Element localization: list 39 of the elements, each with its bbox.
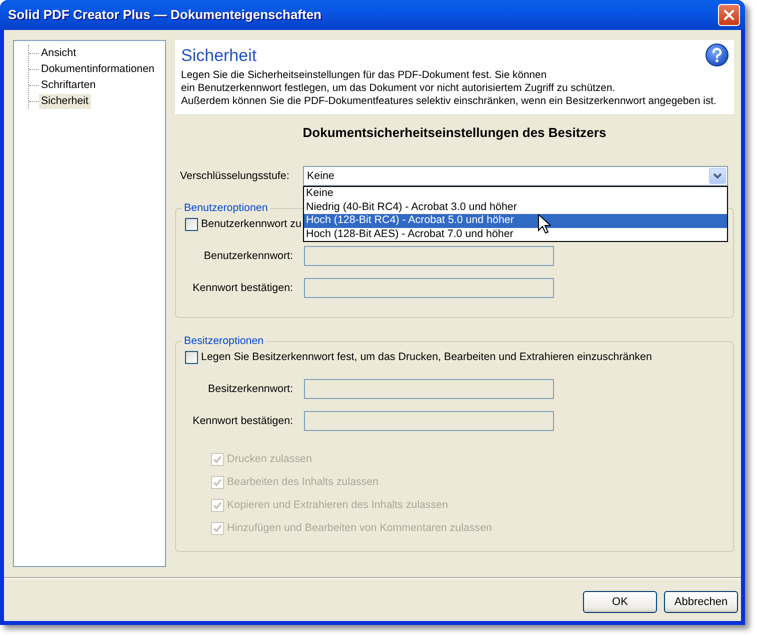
field-label: Benutzerkennwort:: [202, 248, 294, 264]
checkbox-label: Benutzerkennwort zu: [201, 217, 302, 232]
dropdown-button[interactable]: [709, 168, 726, 184]
tree-item[interactable]: Dokumentinformationen: [39, 62, 156, 76]
dropdown-option[interactable]: Keine: [304, 187, 727, 200]
section-title: Dokumentsicherheitseinstellungen des Besitzers: [302, 124, 608, 142]
help-icon[interactable]: [705, 43, 729, 67]
checkbox-label: Legen Sie Besitzerkennwort fest, um das Drucken, Bearbeiten und Extrahieren einzuschränken: [201, 350, 652, 366]
tree-item[interactable]: Schriftarten: [39, 78, 98, 92]
group-title: Benutzeroptionen: [182, 202, 270, 215]
field-label: Besitzerkennwort:: [207, 382, 294, 397]
window-title: Solid PDF Creator Plus — Dokumenteigenschaften: [8, 6, 322, 24]
encryption-dropdown[interactable]: Keine: [303, 166, 728, 186]
dropdown-option[interactable]: Hoch (128-Bit AES) - Acrobat 7.0 und höher: [304, 228, 727, 241]
tree-item[interactable]: Sicherheit: [39, 94, 91, 108]
page-title: Sicherheit: [181, 46, 257, 66]
dropdown-option[interactable]: Niedrig (40-Bit RC4) - Acrobat 3.0 und höher: [304, 200, 727, 214]
field-label: Kennwort bestätigen:: [192, 280, 294, 296]
checkbox-label: Kopieren und Extrahieren des Inhalts zulassen: [227, 498, 448, 513]
dropdown-option[interactable]: Hoch (128-Bit RC4) - Acrobat 5.0 und höher: [304, 214, 727, 228]
description-text: Legen Sie die Sicherheitseinstellungen für das PDF-Dokument fest. Sie können: [181, 69, 548, 82]
cursor-icon: [538, 214, 551, 234]
dialog-button[interactable]: Abbrechen: [664, 591, 738, 613]
close-button[interactable]: [718, 4, 740, 26]
field-label: Kennwort bestätigen:: [192, 414, 294, 429]
chevron-icon: [713, 173, 722, 179]
checkbox[interactable]: [185, 218, 198, 231]
dialog-button[interactable]: OK: [583, 591, 657, 613]
dropdown-value: Keine: [307, 168, 336, 184]
tree-item[interactable]: Ansicht: [39, 46, 78, 60]
checkbox-label: Drucken zulassen: [227, 452, 312, 467]
description-text: ein Benutzerkennwort festlegen, um das Dokument vor nicht autorisiertem Zugriff zu schützen.: [181, 82, 616, 95]
close-icon: [723, 9, 735, 21]
checkbox[interactable]: [185, 351, 198, 364]
group-title: Besitzeroptionen: [182, 335, 266, 348]
field-label: Verschlüsselungsstufe:: [180, 168, 290, 184]
checkbox-label: Bearbeiten des Inhalts zulassen: [227, 474, 379, 490]
description-text: Außerdem können Sie die PDF-Dokumentfeatures selektiv einschränken, wenn ein Besitzerkennwort angegeben ist.: [181, 95, 718, 108]
checkbox-label: Hinzufügen und Bearbeiten von Kommentaren zulassen: [227, 520, 492, 536]
